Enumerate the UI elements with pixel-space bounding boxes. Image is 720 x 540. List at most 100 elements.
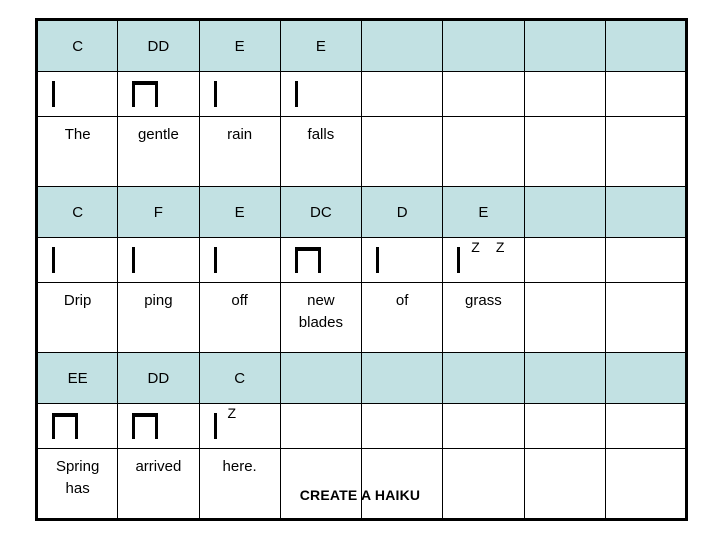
beamed-eighth-notes-icon xyxy=(118,404,198,448)
chord-cell[interactable]: DD xyxy=(117,352,200,404)
note-stem xyxy=(213,247,217,273)
notation-cell[interactable]: ZZ xyxy=(442,237,525,283)
notation-cell[interactable] xyxy=(198,237,281,283)
chord-cell[interactable] xyxy=(442,352,525,404)
chord-cell[interactable]: DD xyxy=(117,19,200,72)
lyric-cell[interactable] xyxy=(523,116,606,187)
notation-cell[interactable] xyxy=(279,71,363,117)
notation-cell[interactable] xyxy=(604,237,688,283)
note-stem xyxy=(155,81,159,107)
chord-cell[interactable]: C xyxy=(198,352,281,404)
chord-row: EE DD C xyxy=(35,352,688,404)
notation-row: Z xyxy=(35,403,688,449)
notation-cell[interactable] xyxy=(279,403,363,449)
quarter-note-icon xyxy=(362,238,442,282)
lyric-cell[interactable] xyxy=(442,116,525,187)
chord-cell[interactable]: EE xyxy=(35,352,119,404)
chord-cell[interactable]: E xyxy=(198,19,281,72)
empty-note-cell xyxy=(443,404,523,448)
chord-cell[interactable] xyxy=(360,19,444,72)
chord-cell[interactable]: E xyxy=(198,186,281,238)
lyric-cell[interactable]: arrived xyxy=(117,448,200,520)
quarter-note-icon xyxy=(281,72,361,116)
lyric-row: Spring has arrived here. xyxy=(35,448,688,520)
chord-cell[interactable]: E xyxy=(279,19,363,72)
notation-cell[interactable] xyxy=(442,403,525,449)
notation-cell[interactable] xyxy=(360,237,444,283)
chord-cell[interactable] xyxy=(523,186,606,238)
chord-cell[interactable] xyxy=(523,352,606,404)
lyric-cell[interactable] xyxy=(523,448,606,520)
notation-cell[interactable] xyxy=(117,71,200,117)
note-stem xyxy=(213,81,217,107)
note-stem xyxy=(376,247,379,273)
chord-cell[interactable]: D xyxy=(360,186,444,238)
notation-cell[interactable] xyxy=(523,403,606,449)
lyric-cell[interactable] xyxy=(523,282,606,353)
chord-cell[interactable] xyxy=(523,19,606,72)
chord-cell[interactable]: F xyxy=(117,186,200,238)
notation-cell[interactable] xyxy=(35,403,119,449)
quarter-note-icon xyxy=(200,238,280,282)
lyric-cell[interactable] xyxy=(442,448,525,520)
notation-cell[interactable] xyxy=(523,237,606,283)
note-stem xyxy=(317,247,321,273)
beamed-pair-glyph xyxy=(294,247,321,273)
notation-cell[interactable] xyxy=(523,71,606,117)
note-stem xyxy=(213,413,217,439)
empty-note-cell xyxy=(443,72,523,116)
notation-cell[interactable] xyxy=(35,237,119,283)
chord-cell[interactable] xyxy=(360,352,444,404)
note-stem xyxy=(132,413,136,439)
notation-cell[interactable] xyxy=(360,71,444,117)
lyric-cell[interactable]: ping xyxy=(117,282,200,353)
notation-cell[interactable] xyxy=(442,71,525,117)
lyric-cell[interactable] xyxy=(604,282,688,353)
lyric-cell[interactable]: gentle xyxy=(117,116,200,187)
lyric-cell[interactable]: here. xyxy=(198,448,281,520)
notation-cell[interactable] xyxy=(198,71,281,117)
lyric-cell[interactable]: off xyxy=(198,282,281,353)
note-stem xyxy=(52,247,55,273)
lyric-cell[interactable] xyxy=(360,116,444,187)
notation-cell[interactable] xyxy=(35,71,119,117)
chord-row: C F E DC D E xyxy=(35,186,688,238)
notation-cell[interactable] xyxy=(117,237,200,283)
lyric-cell[interactable]: of xyxy=(360,282,444,353)
quarter-note-icon xyxy=(200,72,280,116)
lyric-cell[interactable] xyxy=(604,116,688,187)
chord-cell[interactable] xyxy=(604,19,688,72)
note-stem xyxy=(294,247,298,273)
lyric-cell[interactable] xyxy=(604,448,688,520)
lyric-cell[interactable]: grass xyxy=(442,282,525,353)
rest-mark-icon: Z xyxy=(495,239,505,255)
empty-note-cell xyxy=(525,238,605,282)
lyric-cell[interactable] xyxy=(279,448,363,520)
lyric-cell[interactable]: new blades xyxy=(279,282,363,353)
lyric-cell[interactable]: Drip xyxy=(35,282,119,353)
chord-cell[interactable]: E xyxy=(442,186,525,238)
chord-cell[interactable]: DC xyxy=(279,186,363,238)
lyric-cell[interactable] xyxy=(360,448,444,520)
notation-cell[interactable] xyxy=(604,403,688,449)
note-stem xyxy=(52,81,55,107)
lyric-cell[interactable]: falls xyxy=(279,116,363,187)
lyric-cell[interactable]: rain xyxy=(198,116,281,187)
notation-cell[interactable] xyxy=(360,403,444,449)
chord-cell[interactable]: C xyxy=(35,186,119,238)
note-stem xyxy=(132,247,136,273)
notation-cell[interactable]: Z xyxy=(198,403,281,449)
chord-cell[interactable] xyxy=(604,352,688,404)
chord-cell[interactable]: C xyxy=(35,19,119,72)
notation-cell[interactable] xyxy=(279,237,363,283)
notation-cell[interactable] xyxy=(604,71,688,117)
note-stem xyxy=(132,81,136,107)
notation-cell[interactable] xyxy=(117,403,200,449)
chord-cell[interactable] xyxy=(604,186,688,238)
lyric-row: The gentle rain falls xyxy=(35,116,688,187)
lyric-row: Drip ping off new blades of grass xyxy=(35,282,688,353)
lyric-cell[interactable]: Spring has xyxy=(35,448,119,520)
chord-cell[interactable] xyxy=(279,352,363,404)
lyric-cell[interactable]: The xyxy=(35,116,119,187)
chord-cell[interactable] xyxy=(442,19,525,72)
